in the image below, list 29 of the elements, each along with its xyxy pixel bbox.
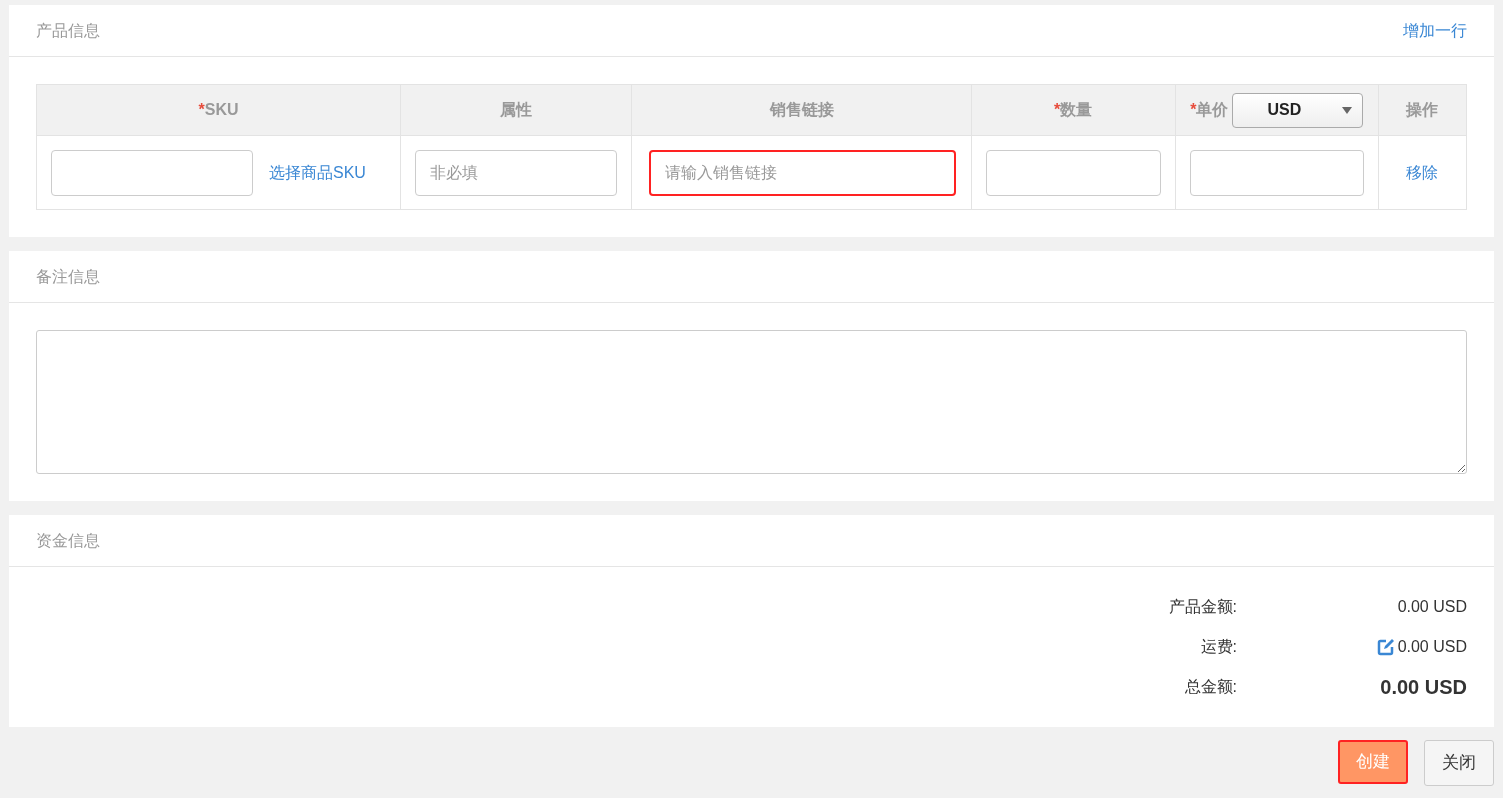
panel-title: 产品信息 xyxy=(36,20,100,41)
create-button[interactable]: 创建 xyxy=(1338,740,1408,784)
sku-input[interactable] xyxy=(51,149,253,196)
quantity-input[interactable] xyxy=(985,149,1161,196)
column-label: 属性 xyxy=(500,101,533,118)
currency-select[interactable]: USD xyxy=(1232,92,1364,128)
close-button[interactable]: 关闭 xyxy=(1424,740,1494,786)
panel-title: 资金信息 xyxy=(36,530,100,551)
column-label: *数量 xyxy=(1054,101,1093,118)
amount-label: 运费: xyxy=(1199,637,1237,657)
add-row-link[interactable]: 增加一行 xyxy=(1403,18,1467,43)
amount-label: 产品金额: xyxy=(1167,597,1237,617)
column-label: *SKU xyxy=(198,101,239,118)
price-input[interactable] xyxy=(1189,149,1364,196)
sales-link-input[interactable]: 请输入销售链接 xyxy=(649,149,956,196)
edit-icon[interactable] xyxy=(1376,638,1394,656)
column-label: 销售链接 xyxy=(769,101,834,118)
column-label: *单价 xyxy=(1190,100,1229,118)
total-amount: 0.00 USD xyxy=(1380,675,1467,700)
attribute-input[interactable]: 非必填 xyxy=(415,149,618,196)
column-label: 操作 xyxy=(1406,101,1439,118)
caret-icon xyxy=(1342,106,1353,114)
remarks-textarea[interactable] xyxy=(36,330,1467,474)
amount-value: 0.00 USD xyxy=(1397,597,1467,617)
select-sku-link[interactable]: 选择商品SKU xyxy=(269,160,366,185)
panel-title: 备注信息 xyxy=(36,266,100,287)
amount-value: 0.00 USD xyxy=(1397,637,1467,657)
remove-link[interactable]: 移除 xyxy=(1406,163,1439,181)
amount-label: 总金额: xyxy=(1183,677,1237,697)
